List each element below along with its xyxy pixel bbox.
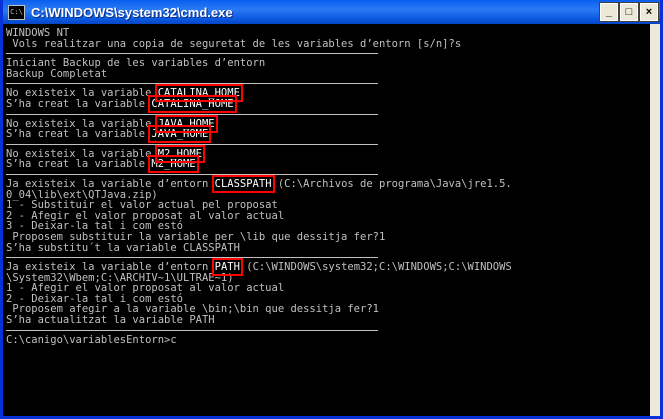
- console-line: S’ha creat la variable M2_HOME: [6, 155, 653, 174]
- highlighted-variable-catalina-home: CATALINA_HOME: [148, 94, 237, 113]
- line-text: (C:\Archivos de programa\Java\jre1.5.: [271, 177, 512, 190]
- line-text: S’ha creat la variable: [6, 158, 152, 171]
- line-text: S’ha creat la variable: [6, 97, 152, 110]
- separator-line: [6, 329, 378, 331]
- console-line: WINDOWS NT: [6, 27, 70, 39]
- highlighted-variable-java-home: JAVA_HOME: [148, 125, 212, 144]
- separator-line: [6, 53, 378, 55]
- minimize-button[interactable]: _: [599, 2, 619, 22]
- console-line: Proposem substituir la variable per \lib…: [6, 230, 386, 243]
- highlighted-variable-m2-home: M2_HOME: [148, 155, 199, 174]
- highlighted-variable-classpath: CLASSPATH: [211, 174, 275, 193]
- console-line: S’ha substitu´t la variable CLASSPATH: [6, 241, 240, 254]
- close-button[interactable]: ×: [639, 2, 659, 22]
- maximize-button[interactable]: □: [619, 2, 639, 22]
- separator-line: [6, 257, 378, 259]
- console-line: S’ha creat la variable CATALINA_HOME: [6, 94, 653, 113]
- separator-line: [6, 173, 378, 175]
- console-line: Backup Completat: [6, 67, 108, 80]
- cmd-window: C:\ C:\WINDOWS\system32\cmd.exe _ □ × WI…: [0, 0, 663, 419]
- window-title: C:\WINDOWS\system32\cmd.exe: [31, 4, 233, 20]
- cmd-app-icon[interactable]: C:\: [8, 4, 25, 20]
- command-prompt[interactable]: C:\canigo\variablesEntorn>c: [6, 335, 653, 346]
- console-line: Vols realitzar una copia de seguretat de…: [6, 37, 462, 50]
- console-line: S’ha actualitzat la variable PATH: [6, 314, 215, 327]
- vertical-scrollbar[interactable]: [650, 24, 660, 416]
- console-line: Ja existeix la variable d’entorn CLASSPA…: [6, 174, 653, 193]
- separator-line: [6, 83, 378, 85]
- line-text: (C:\WINDOWS\system32;C:\WINDOWS;C:\WINDO…: [239, 261, 512, 274]
- line-text: S’ha creat la variable: [6, 128, 152, 141]
- window-controls: _ □ ×: [599, 2, 659, 22]
- separator-line: [6, 113, 378, 115]
- separator-line: [6, 143, 378, 145]
- console-line: S’ha creat la variable JAVA_HOME: [6, 125, 653, 144]
- console-output[interactable]: WINDOWS NT Vols realitzar una copia de s…: [3, 24, 653, 416]
- title-bar[interactable]: C:\ C:\WINDOWS\system32\cmd.exe _ □ ×: [3, 0, 660, 24]
